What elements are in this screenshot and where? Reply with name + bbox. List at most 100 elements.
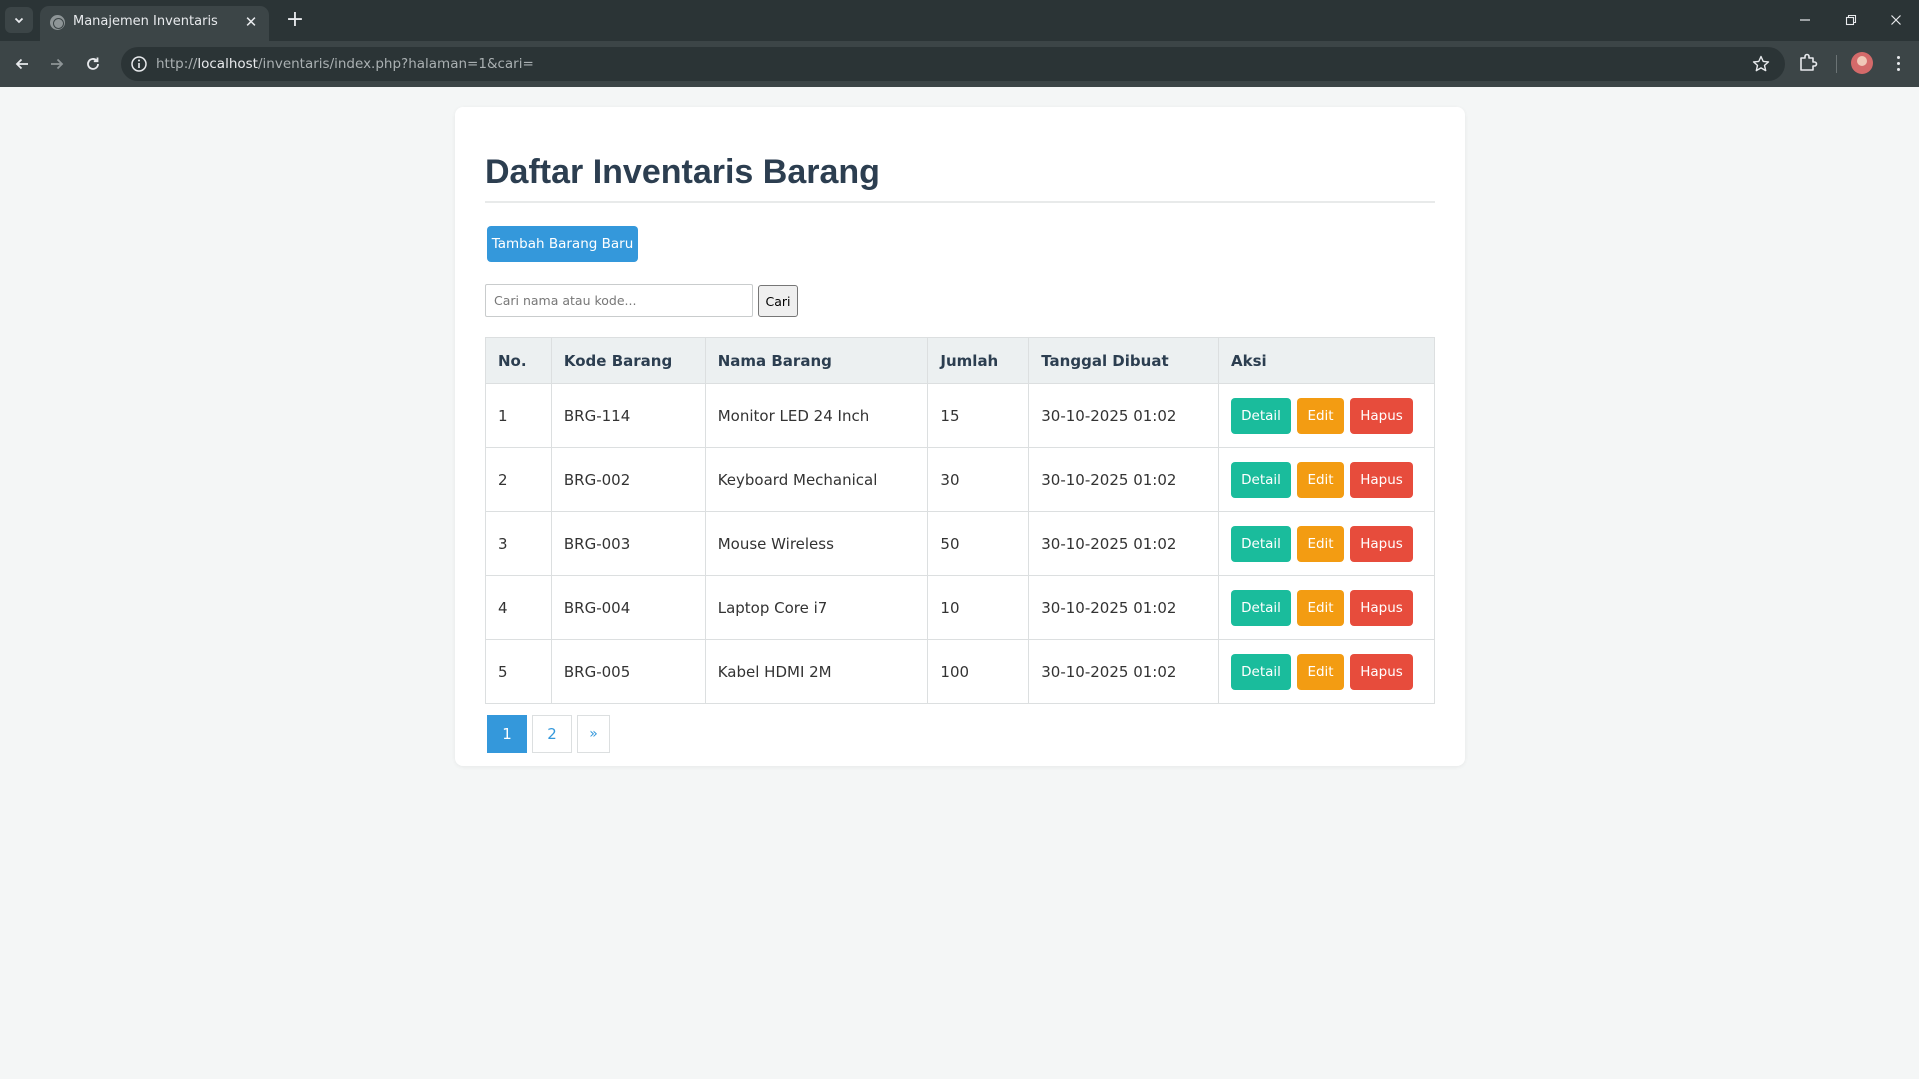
cell-tanggal: 30-10-2025 01:02	[1028, 447, 1220, 512]
cell-no: 1	[485, 383, 552, 448]
cell-kode: BRG-114	[550, 383, 706, 448]
globe-icon	[50, 15, 65, 30]
back-button[interactable]	[8, 50, 36, 78]
cell-nama: Mouse Wireless	[704, 511, 929, 576]
tab-close-icon[interactable]: ✕	[241, 12, 261, 32]
table-row: 2 BRG-002 Keyboard Mechanical 30 30-10-2…	[485, 447, 1435, 512]
url-text: http://localhost/inventaris/index.php?ha…	[156, 56, 534, 72]
delete-button[interactable]: Hapus	[1350, 589, 1414, 626]
cell-tanggal: 30-10-2025 01:02	[1028, 639, 1220, 704]
url-path: /inventaris/index.php?halaman=1&cari=	[257, 56, 534, 72]
header-nama: Nama Barang	[704, 337, 929, 384]
cell-aksi: Detail Edit Hapus	[1218, 511, 1435, 576]
cell-no: 4	[485, 575, 552, 640]
edit-button[interactable]: Edit	[1297, 589, 1345, 626]
header-no: No.	[485, 337, 552, 384]
detail-button[interactable]: Detail	[1231, 653, 1292, 690]
reload-icon	[87, 57, 99, 70]
header-jumlah: Jumlah	[927, 337, 1030, 384]
avatar[interactable]	[1851, 52, 1873, 74]
delete-button[interactable]: Hapus	[1350, 653, 1414, 690]
minimize-icon	[1800, 19, 1810, 21]
star-icon[interactable]	[1751, 54, 1771, 74]
url-host: localhost	[197, 56, 258, 72]
detail-button[interactable]: Detail	[1231, 397, 1292, 434]
tab-search-button[interactable]	[5, 7, 33, 33]
cell-jumlah: 10	[927, 575, 1030, 640]
cell-kode: BRG-004	[550, 575, 706, 640]
cell-tanggal: 30-10-2025 01:02	[1028, 511, 1220, 576]
pagination: 1 2 »	[487, 715, 610, 753]
cell-jumlah: 100	[927, 639, 1030, 704]
page-link-2[interactable]: 2	[532, 715, 572, 753]
edit-button[interactable]: Edit	[1297, 397, 1345, 434]
cell-no: 5	[485, 639, 552, 704]
cell-jumlah: 15	[927, 383, 1030, 448]
address-bar[interactable]: http://localhost/inventaris/index.php?ha…	[121, 47, 1785, 81]
cell-aksi: Detail Edit Hapus	[1218, 447, 1435, 512]
add-item-button[interactable]: Tambah Barang Baru	[487, 226, 638, 262]
cell-nama: Monitor LED 24 Inch	[704, 383, 929, 448]
browser-toolbar: http://localhost/inventaris/index.php?ha…	[0, 41, 1919, 87]
restore-button[interactable]	[1836, 6, 1866, 34]
cell-jumlah: 30	[927, 447, 1030, 512]
toolbar-divider	[1836, 55, 1837, 73]
cell-jumlah: 50	[927, 511, 1030, 576]
chevron-down-icon	[14, 17, 24, 24]
table-row: 3 BRG-003 Mouse Wireless 50 30-10-2025 0…	[485, 511, 1435, 576]
cell-aksi: Detail Edit Hapus	[1218, 383, 1435, 448]
edit-button[interactable]: Edit	[1297, 653, 1345, 690]
cell-no: 3	[485, 511, 552, 576]
cell-no: 2	[485, 447, 552, 512]
restore-icon	[1845, 14, 1857, 26]
cell-kode: BRG-005	[550, 639, 706, 704]
header-tanggal: Tanggal Dibuat	[1028, 337, 1220, 384]
header-aksi: Aksi	[1218, 337, 1435, 384]
table-row: 5 BRG-005 Kabel HDMI 2M 100 30-10-2025 0…	[485, 639, 1435, 704]
cell-kode: BRG-002	[550, 447, 706, 512]
page-link-1[interactable]: 1	[487, 715, 527, 753]
delete-button[interactable]: Hapus	[1350, 397, 1414, 434]
cell-nama: Keyboard Mechanical	[704, 447, 929, 512]
arrow-right-icon	[51, 58, 64, 70]
forward-button[interactable]	[43, 50, 71, 78]
table-header-row: No. Kode Barang Nama Barang Jumlah Tangg…	[485, 337, 1435, 384]
delete-button[interactable]: Hapus	[1350, 461, 1414, 498]
title-divider	[485, 201, 1435, 203]
detail-button[interactable]: Detail	[1231, 525, 1292, 562]
info-icon[interactable]	[130, 55, 148, 73]
cell-kode: BRG-003	[550, 511, 706, 576]
next-page-link[interactable]: »	[577, 715, 610, 753]
table-row: 1 BRG-114 Monitor LED 24 Inch 15 30-10-2…	[485, 383, 1435, 448]
inventory-table: No. Kode Barang Nama Barang Jumlah Tangg…	[485, 337, 1435, 704]
cell-aksi: Detail Edit Hapus	[1218, 639, 1435, 704]
cell-nama: Laptop Core i7	[704, 575, 929, 640]
detail-button[interactable]: Detail	[1231, 589, 1292, 626]
kebab-menu-icon[interactable]	[1888, 52, 1908, 74]
window-close-button[interactable]	[1881, 6, 1911, 34]
page-title: Daftar Inventaris Barang	[485, 153, 880, 191]
content-card: Daftar Inventaris Barang Tambah Barang B…	[455, 107, 1465, 766]
cell-nama: Kabel HDMI 2M	[704, 639, 929, 704]
new-tab-button[interactable]: +	[283, 8, 307, 32]
cell-tanggal: 30-10-2025 01:02	[1028, 383, 1220, 448]
browser-tab-bar: Manajemen Inventaris ✕ +	[0, 0, 1919, 41]
minimize-button[interactable]	[1790, 6, 1820, 34]
edit-button[interactable]: Edit	[1297, 525, 1345, 562]
close-icon	[1891, 15, 1901, 25]
edit-button[interactable]: Edit	[1297, 461, 1345, 498]
puzzle-icon[interactable]	[1796, 51, 1820, 75]
table-row: 4 BRG-004 Laptop Core i7 10 30-10-2025 0…	[485, 575, 1435, 640]
arrow-left-icon	[15, 58, 28, 70]
url-prefix: http://	[156, 56, 198, 72]
search-input[interactable]	[485, 284, 753, 317]
browser-tab[interactable]: Manajemen Inventaris ✕	[40, 6, 269, 41]
cell-tanggal: 30-10-2025 01:02	[1028, 575, 1220, 640]
search-button[interactable]: Cari	[758, 285, 798, 317]
reload-button[interactable]	[79, 50, 107, 78]
header-kode: Kode Barang	[550, 337, 706, 384]
tab-title: Manajemen Inventaris	[73, 14, 218, 29]
delete-button[interactable]: Hapus	[1350, 525, 1414, 562]
cell-aksi: Detail Edit Hapus	[1218, 575, 1435, 640]
detail-button[interactable]: Detail	[1231, 461, 1292, 498]
